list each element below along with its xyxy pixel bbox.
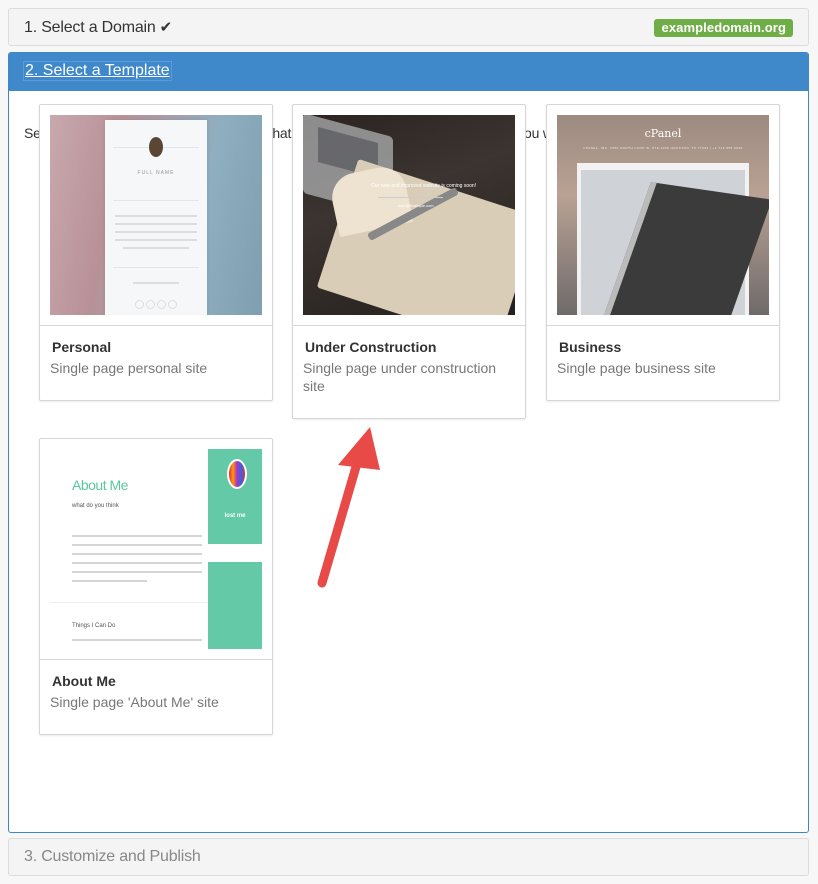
template-description: Single page personal site [50,360,208,376]
step-customize-publish[interactable]: 3. Customize and Publish [8,838,809,876]
template-card-about-me[interactable]: About Me what do you think Things I Can … [39,438,273,735]
template-preview-about-me: About Me what do you think Things I Can … [50,449,262,649]
template-card-personal[interactable]: FULL NAME Personal Single page personal … [39,104,273,401]
step-customize-publish-title: 3. Customize and Publish [24,848,201,865]
step-select-template-link[interactable]: 2. Select a Template [23,61,172,81]
template-description: Single page 'About Me' site [50,694,219,710]
template-description: Single page business site [557,360,716,376]
template-card-under-construction[interactable]: Our new and improved website is coming s… [292,104,526,419]
step-select-template-header: 2. Select a Template [9,53,808,91]
step-select-domain[interactable]: 1. Select a Domain ✔ exampledomain.org [8,8,809,46]
checkmark-icon: ✔ [159,19,173,36]
template-preview-personal: FULL NAME [50,115,262,315]
template-description: Single page under construction site [303,360,497,394]
template-name: Business [559,339,622,355]
domain-badge: exampledomain.org [654,19,793,37]
template-card-business[interactable]: cPanel CPANEL, INC. 2550 NORTH LOOP W, S… [546,104,780,401]
template-preview-business: cPanel CPANEL, INC. 2550 NORTH LOOP W, S… [557,115,769,315]
template-name: Under Construction [305,339,437,355]
avatar [149,137,163,157]
template-preview-under-construction: Our new and improved website is coming s… [303,115,515,315]
template-name: Personal [52,339,112,355]
template-name: About Me [52,673,116,689]
step-select-domain-title[interactable]: 1. Select a Domain ✔ [24,18,172,37]
